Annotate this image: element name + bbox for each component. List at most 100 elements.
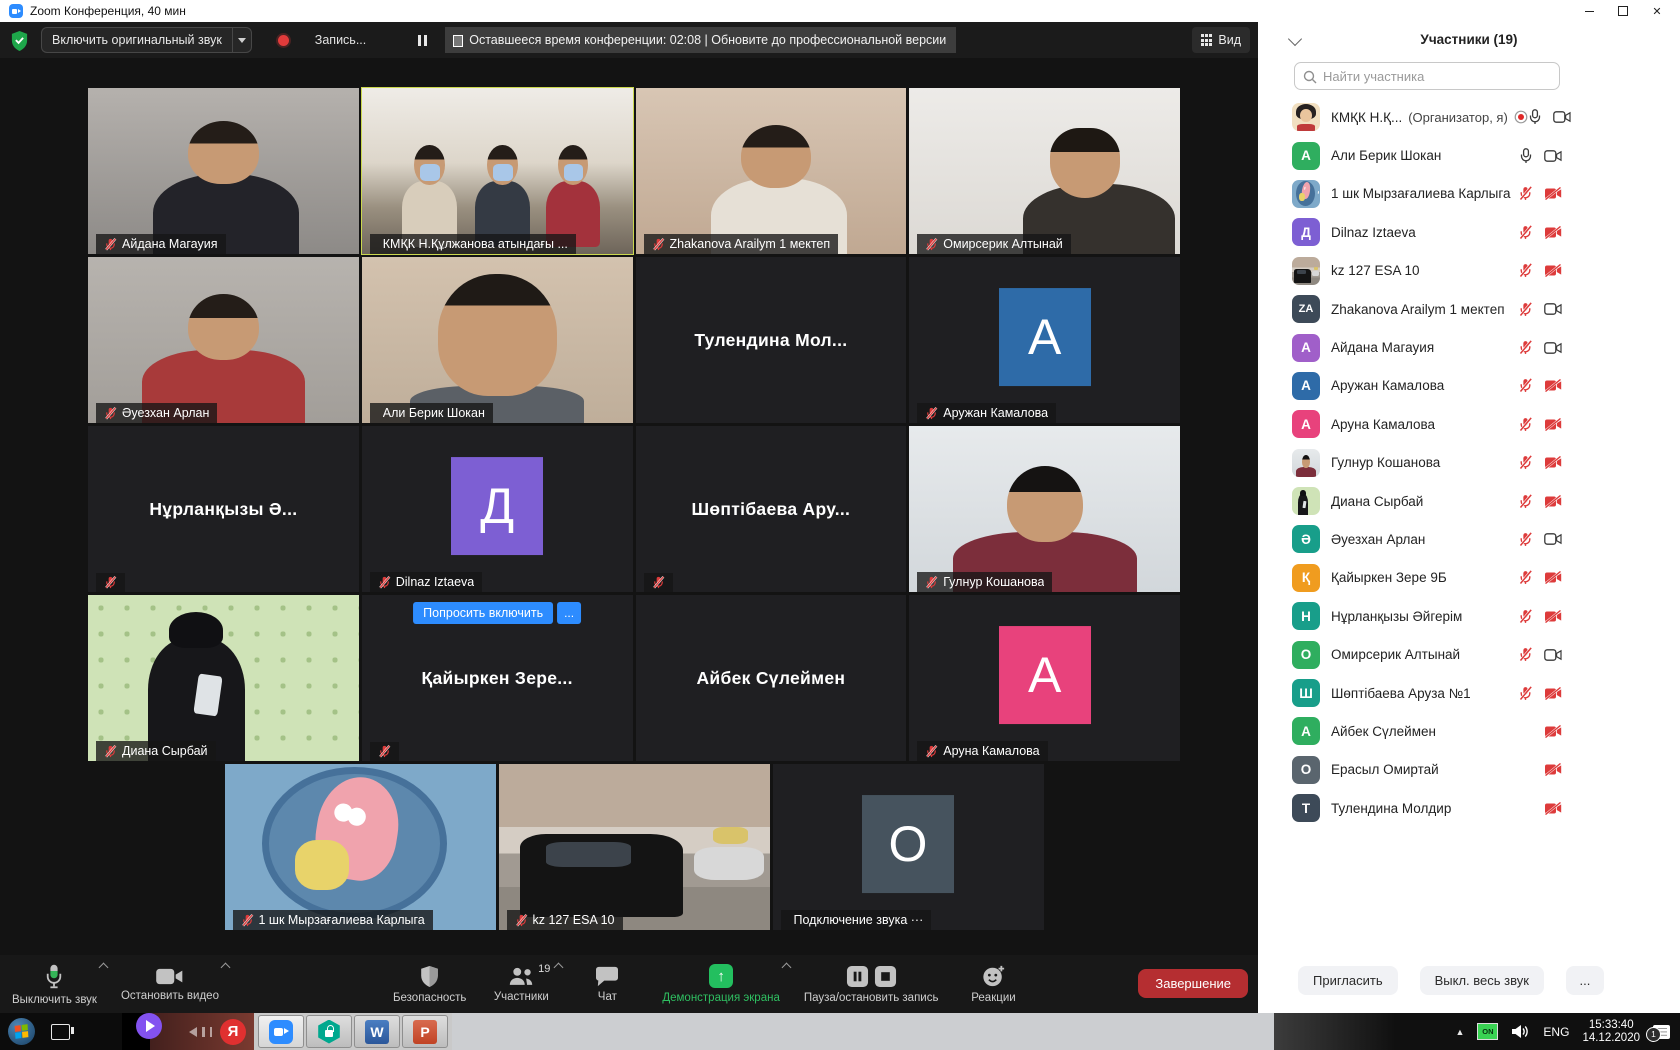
mute-all-button[interactable]: Выкл. весь звук [1420,966,1544,995]
search-input[interactable] [1294,62,1560,90]
tile-name-label: Dilnaz Iztaeva [370,572,483,592]
ask-unmute-more-button[interactable]: ... [557,602,581,624]
participants-button[interactable]: 19 Участники [478,955,564,1013]
participant-row[interactable]: А Айдана Магауия [1292,328,1562,366]
tray-expand-icon[interactable]: ▲ [1456,1027,1465,1037]
tray-date: 14.12.2020 [1582,1032,1640,1045]
camera-off-icon [1544,379,1562,392]
participant-avatar: Ш [1292,679,1320,707]
original-sound-button[interactable]: Включить оригинальный звук [41,27,252,53]
taskbar-powerpoint-app[interactable]: P [402,1015,448,1048]
tile-name-label: Аруна Камалова [917,741,1047,761]
encryption-shield-icon[interactable] [10,30,29,51]
video-tile[interactable]: Омирсерик Алтынай [909,88,1180,254]
more-options-button[interactable]: ... [1566,966,1604,995]
original-sound-dropdown[interactable] [232,27,252,53]
participant-row[interactable]: ZA Zhakanova Arailym 1 мектеп [1292,290,1562,328]
security-button[interactable]: Безопасность [381,955,478,1013]
minimize-button[interactable] [1572,0,1606,22]
video-tile[interactable]: Айбек Сүлеймен [636,595,907,761]
participant-row[interactable]: Ә Әуезхан Арлан [1292,520,1562,558]
participants-options-chevron[interactable] [554,963,564,973]
reactions-button[interactable]: Реакции [950,955,1036,1013]
video-options-chevron[interactable] [221,963,231,973]
participants-icon [507,966,535,987]
camera-on-icon [1544,303,1562,315]
participant-row[interactable]: А Айбек Сүлеймен [1292,712,1562,750]
video-tile[interactable]: Zhakanova Arailym 1 мектеп [636,88,907,254]
start-button[interactable] [8,1018,35,1045]
video-tile[interactable]: О Подключение звука ··· [773,764,1044,930]
grid-view-icon [1201,34,1212,45]
video-tile[interactable]: Әуезхан Арлан [88,257,359,423]
participant-row[interactable]: Ш Шөптібаева Аруза №1 [1292,674,1562,712]
video-tile[interactable]: Нұрланқызы Ә... [88,426,359,592]
participant-row[interactable]: kz 127 ESA 10 [1292,252,1562,290]
participant-row[interactable]: Н Нұрланқызы Әйгерім [1292,597,1562,635]
taskbar-word-app[interactable]: W [354,1015,400,1048]
mic-muted-icon [1518,340,1533,355]
participants-header: Участники (19) [1258,22,1680,58]
chat-button[interactable]: Чат [564,955,650,1013]
participant-row[interactable]: Диана Сырбай [1292,482,1562,520]
mute-options-chevron[interactable] [99,963,109,973]
display-on-indicator-icon[interactable]: ON [1477,1023,1498,1040]
invite-button[interactable]: Пригласить [1298,966,1398,995]
volume-icon[interactable] [1511,1024,1530,1039]
language-indicator[interactable]: ENG [1543,1025,1569,1039]
video-tile[interactable]: Тулендина Мол... [636,257,907,423]
view-button[interactable]: Вид [1192,27,1250,53]
stop-recording-icon[interactable] [874,965,897,988]
participant-row[interactable]: А Аружан Камалова [1292,367,1562,405]
participant-row[interactable]: О Ерасыл Омиртай [1292,751,1562,789]
taskbar-empty-area [452,1013,1274,1050]
share-screen-button[interactable]: ↑ Демонстрация экрана [650,955,792,1013]
participant-row[interactable]: Д Dilnaz Iztaeva [1292,213,1562,251]
video-tile[interactable]: Д Dilnaz Iztaeva [362,426,633,592]
video-tile[interactable]: А Аруна Камалова [909,595,1180,761]
participant-row[interactable]: А Аруна Камалова [1292,405,1562,443]
participant-row[interactable]: КМҚК Н.Қ... (Организатор, я) [1292,98,1562,136]
muted-mic-icon [378,576,391,589]
video-tile[interactable]: Қайыркен Зере... Попросить включить ... [362,595,633,761]
video-tile[interactable]: Шөптібаева Ару... [636,426,907,592]
yandex-alice-icon[interactable] [136,1013,162,1039]
participant-row[interactable]: Т Тулендина Молдир [1292,789,1562,827]
participant-row[interactable]: 1 шк Мырзағалиева Карлыга [1292,175,1562,213]
video-tile[interactable]: Гулнур Кошанова [909,426,1180,592]
pause-stop-recording-button[interactable]: Пауза/остановить запись [792,955,951,1013]
participant-name: Тулендина Молдир [1331,801,1451,816]
end-meeting-button[interactable]: Завершение [1138,969,1248,998]
share-options-chevron[interactable] [781,963,791,973]
maximize-button[interactable] [1606,0,1640,22]
pause-recording-icon[interactable] [846,965,869,988]
notification-center-icon[interactable]: 1 [1653,1025,1670,1039]
video-tile[interactable]: Айдана Магауия [88,88,359,254]
video-tile[interactable]: КМҚК Н.Құлжанова атындағы ... [362,88,633,254]
yandex-browser-icon[interactable]: Я [220,1019,246,1045]
video-grid: Айдана Магауия КМҚК Н.Құлжанова атындағы… [88,88,1180,761]
pause-recording-icon[interactable] [418,35,427,46]
taskbar-clock[interactable]: 15:33:40 14.12.2020 [1582,1019,1640,1045]
mute-button[interactable]: Выключить звук [0,955,109,1013]
video-tile[interactable]: 1 шк Мырзағалиева Карлыга [225,764,496,930]
close-button[interactable]: ✕ [1640,0,1674,22]
participant-row[interactable]: О Омирсерик Алтынай [1292,635,1562,673]
task-view-icon[interactable] [51,1024,70,1040]
participant-row[interactable]: Қ Қайыркен Зере 9Б [1292,559,1562,597]
video-tile[interactable]: А Аружан Камалова [909,257,1180,423]
participant-avatar: ZA [1292,295,1320,323]
stop-video-button[interactable]: Остановить видео [109,955,231,1013]
taskbar-kaspersky-app[interactable] [306,1015,352,1048]
video-tile[interactable]: Али Берик Шокан [362,257,633,423]
video-tile[interactable]: kz 127 ESA 10 [499,764,770,930]
participant-row[interactable]: Гулнур Кошанова [1292,444,1562,482]
participant-name: Диана Сырбай [1331,494,1423,509]
meeting-time-notice[interactable]: Оставшееся время конференции: 02:08 | Об… [445,27,956,53]
tray-time: 15:33:40 [1582,1019,1640,1032]
video-tile[interactable]: Диана Сырбай [88,595,359,761]
taskbar-zoom-app[interactable] [258,1015,304,1048]
participant-row[interactable]: А Али Берик Шокан [1292,136,1562,174]
ask-unmute-button[interactable]: Попросить включить [413,602,553,624]
participant-name-text: Тулендина Мол... [636,257,907,423]
